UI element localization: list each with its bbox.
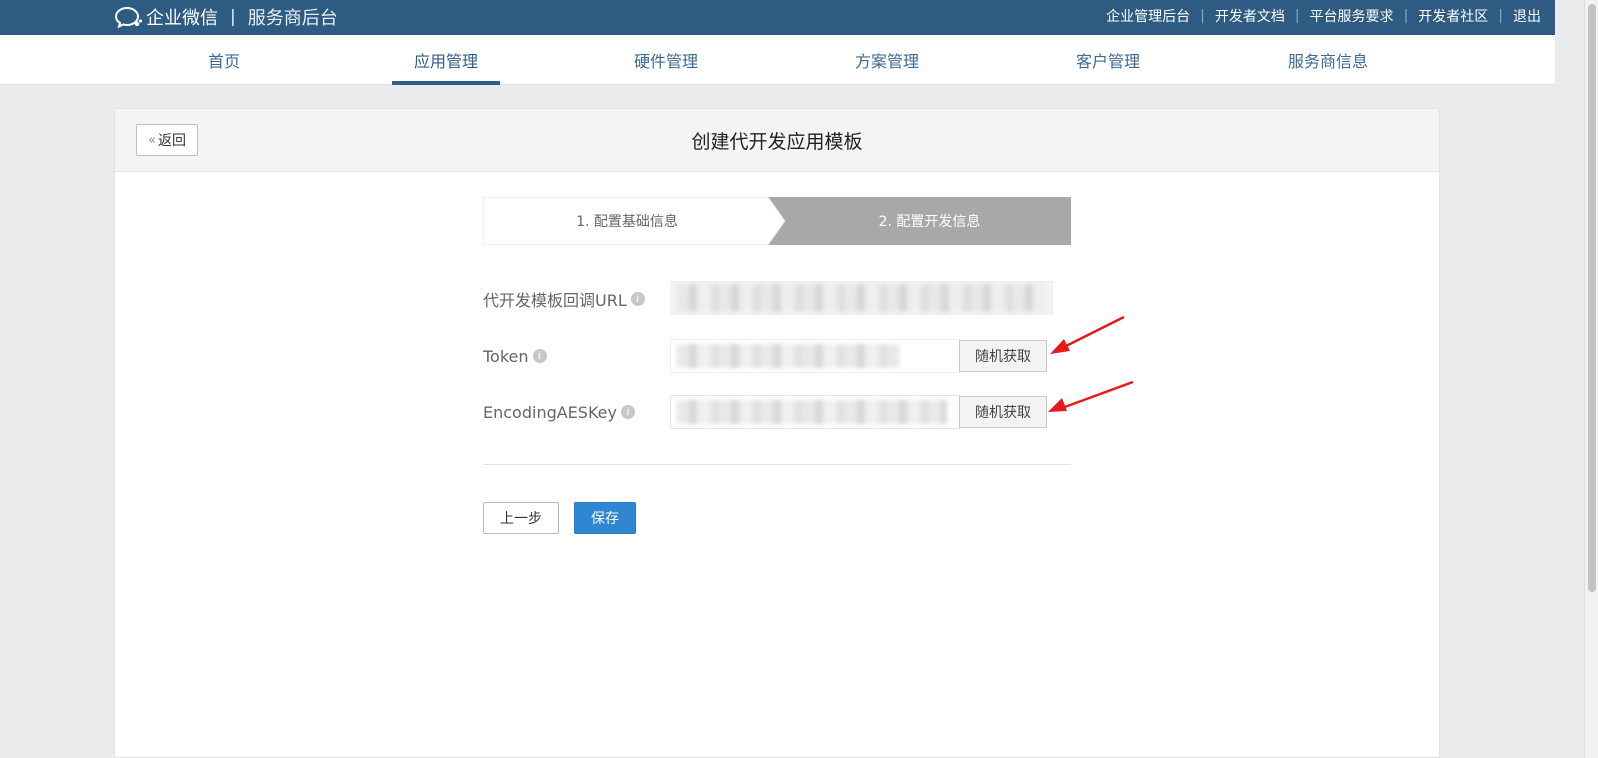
callback-url-row: 代开发模板回调URL i <box>483 287 645 311</box>
save-button[interactable]: 保存 <box>574 502 636 534</box>
aeskey-label: EncodingAESKey i <box>483 403 635 422</box>
nav-item-hardware-management[interactable]: 硬件管理 <box>612 35 720 84</box>
link-separator: | <box>1200 8 1205 24</box>
nav-item-home[interactable]: 首页 <box>174 35 274 84</box>
callback-url-label-text: 代开发模板回调URL <box>483 291 627 310</box>
aeskey-row: EncodingAESKey i <box>483 400 635 424</box>
aeskey-label-text: EncodingAESKey <box>483 402 617 422</box>
brand[interactable]: 企业微信 | 服务商后台 <box>114 4 338 30</box>
token-label: Token i <box>483 347 547 366</box>
aeskey-field[interactable] <box>670 395 960 429</box>
page-title: 创建代开发应用模板 <box>691 131 863 153</box>
step-2-label: 2. 配置开发信息 <box>878 214 981 230</box>
scrollbar-thumb[interactable] <box>1588 4 1596 592</box>
link-enterprise-admin[interactable]: 企业管理后台 <box>1106 6 1190 26</box>
info-icon[interactable]: i <box>620 405 635 419</box>
token-label-text: Token <box>483 346 529 366</box>
callback-url-redacted <box>677 284 1045 312</box>
nav-item-customer-management[interactable]: 客户管理 <box>1054 35 1162 84</box>
brand-name: 企业微信 <box>146 8 218 29</box>
brand-subtitle: 服务商后台 <box>247 8 338 29</box>
top-links: 企业管理后台 | 开发者文档 | 平台服务要求 | 开发者社区 | 退出 <box>1106 0 1541 32</box>
info-icon[interactable]: i <box>532 349 547 363</box>
form-divider <box>483 464 1071 465</box>
link-developer-community[interactable]: 开发者社区 <box>1418 6 1488 26</box>
callback-url-field[interactable] <box>670 281 1053 315</box>
card-header: « 返回 创建代开发应用模板 <box>115 109 1439 172</box>
main-nav: 首页 应用管理 硬件管理 方案管理 客户管理 服务商信息 <box>0 35 1555 85</box>
token-redacted <box>677 344 899 368</box>
nav-item-app-management[interactable]: 应用管理 <box>392 35 500 85</box>
link-separator: | <box>1403 8 1409 24</box>
wecom-logo-icon <box>114 6 143 29</box>
page-scrollbar[interactable] <box>1584 0 1598 758</box>
link-platform-requirements[interactable]: 平台服务要求 <box>1310 6 1394 26</box>
step-indicator: 2. 配置开发信息 1. 配置基础信息 <box>483 197 1071 245</box>
nav-item-solution-management[interactable]: 方案管理 <box>833 35 941 84</box>
link-separator: | <box>1498 8 1503 24</box>
link-separator: | <box>1294 8 1300 24</box>
aeskey-redacted <box>677 400 947 424</box>
content-card: « 返回 创建代开发应用模板 2. 配置开发信息 1. 配置基础信息 代开发模板… <box>114 108 1440 758</box>
step-1-label: 1. 配置基础信息 <box>576 214 678 230</box>
info-icon[interactable]: i <box>630 292 645 306</box>
annotation-arrow-icon <box>1048 315 1134 412</box>
nav-item-provider-info[interactable]: 服务商信息 <box>1274 35 1382 84</box>
top-bar: 企业微信 | 服务商后台 企业管理后台 | 开发者文档 | 平台服务要求 | 开… <box>0 0 1555 35</box>
brand-separator: | <box>230 7 236 27</box>
aeskey-random-button[interactable]: 随机获取 <box>959 396 1047 428</box>
link-developer-docs[interactable]: 开发者文档 <box>1215 6 1285 26</box>
previous-step-button[interactable]: 上一步 <box>483 502 559 534</box>
link-logout[interactable]: 退出 <box>1513 6 1541 26</box>
callback-url-label: 代开发模板回调URL i <box>483 287 645 311</box>
token-row: Token i <box>483 344 547 368</box>
token-field[interactable] <box>670 339 960 373</box>
token-random-button[interactable]: 随机获取 <box>959 340 1047 372</box>
